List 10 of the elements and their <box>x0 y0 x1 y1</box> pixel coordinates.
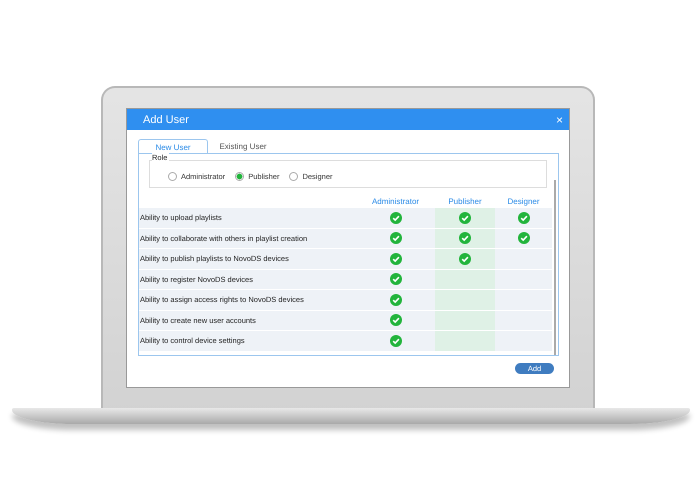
dialog-title: Add User <box>143 114 189 126</box>
tab[interactable]: New User <box>138 139 208 154</box>
radio-button[interactable] <box>289 172 298 180</box>
radio-button[interactable] <box>168 172 177 180</box>
column-header: Designer <box>506 196 540 208</box>
column-header: Publisher <box>447 196 483 208</box>
radio-button[interactable] <box>235 172 244 180</box>
tab[interactable]: Existing User <box>208 138 278 153</box>
scrollbar[interactable] <box>554 180 556 355</box>
column-header: Administrator <box>370 196 420 208</box>
